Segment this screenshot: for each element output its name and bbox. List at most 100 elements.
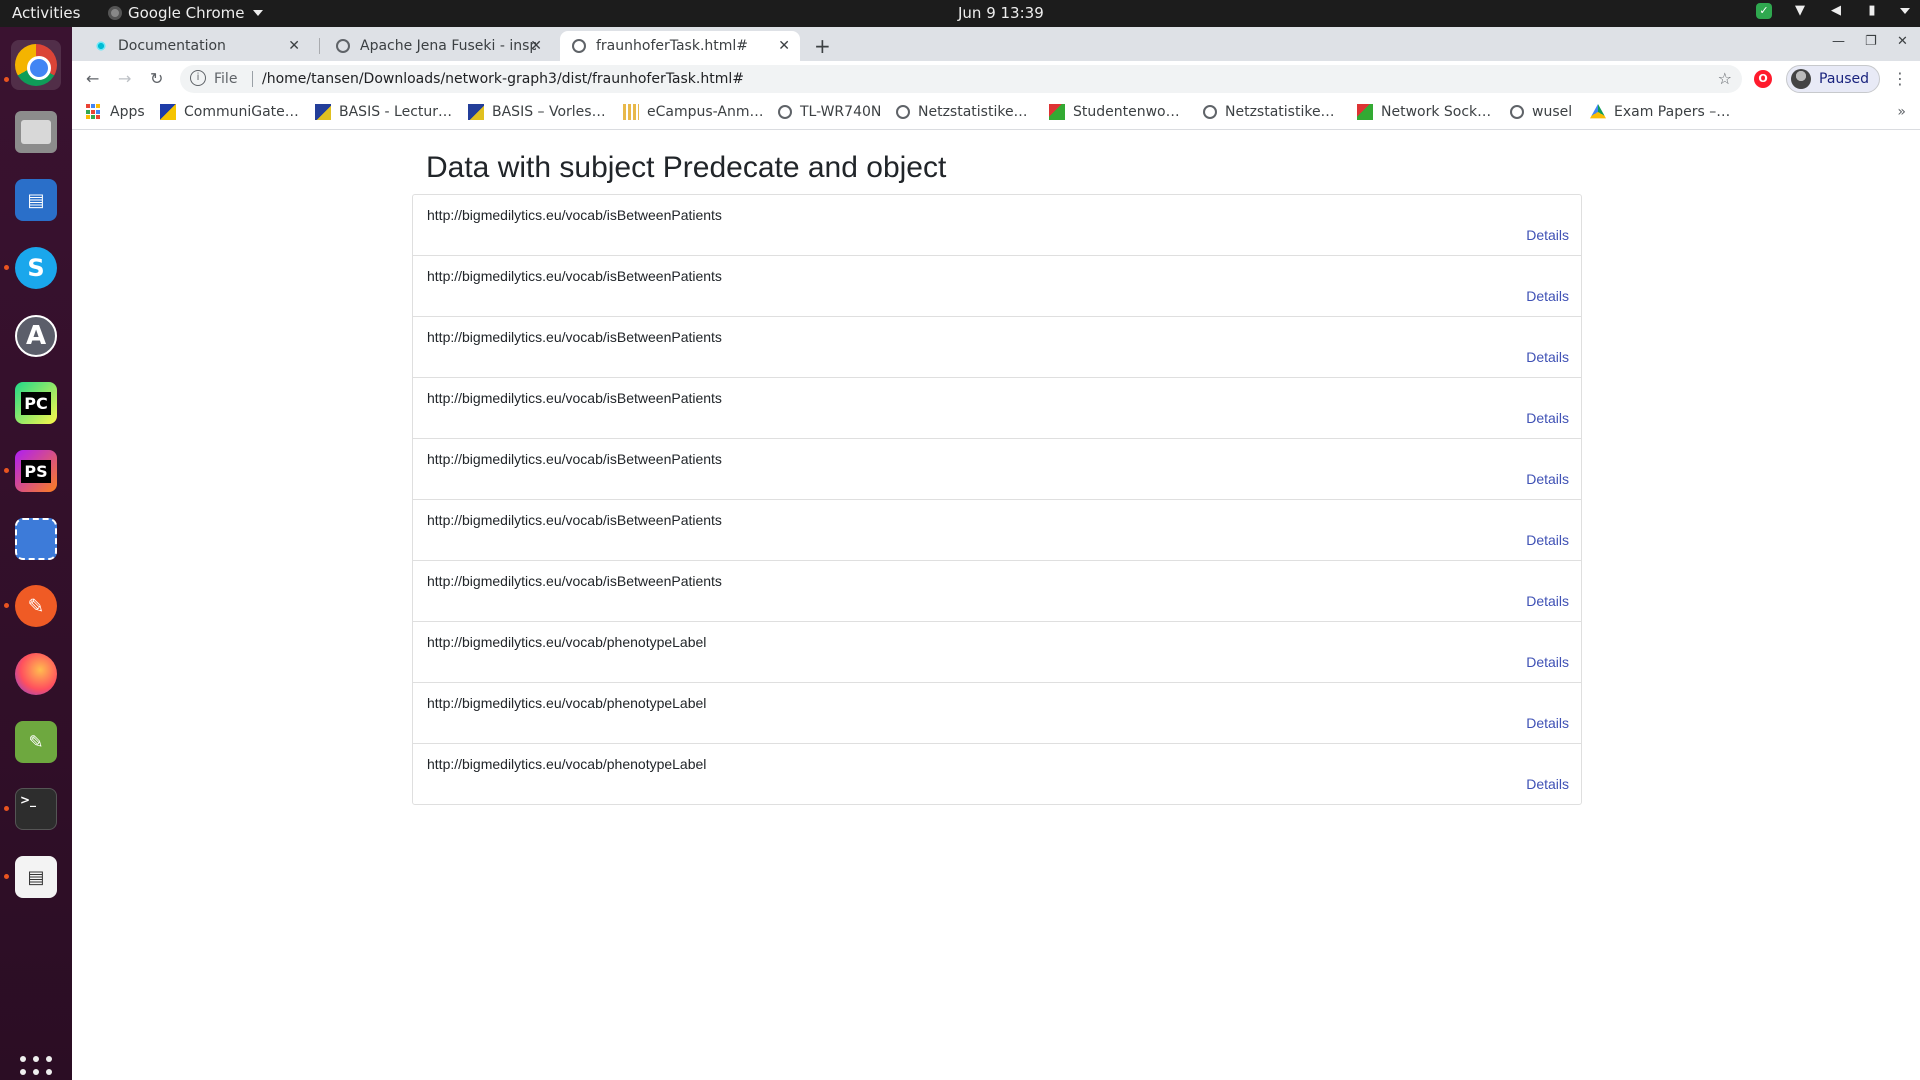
system-tray[interactable]: ✓ ▼ ◀ ▮ [1756, 3, 1910, 19]
chevron-double-right-icon[interactable]: » [1897, 104, 1906, 120]
address-url[interactable]: /home/tansen/Downloads/network-graph3/di… [262, 71, 744, 87]
tab-fuseki[interactable]: Apache Jena Fuseki - insp ✕ [324, 31, 552, 61]
dock-document-viewer[interactable]: ▤ [11, 852, 61, 902]
globe-icon [778, 105, 792, 119]
profile-button[interactable]: Paused [1786, 65, 1880, 93]
tab-fraunhofer-task[interactable]: fraunhoferTask.html# ✕ [560, 31, 800, 61]
predicate-uri: http://bigmedilytics.eu/vocab/isBetweenP… [427, 329, 722, 345]
minimize-icon[interactable]: — [1832, 34, 1845, 49]
volume-icon: ◀ [1831, 3, 1841, 18]
bookmark-studentenwerk[interactable]: Studentenwo… [1049, 104, 1180, 120]
dock-screenshot[interactable] [11, 514, 61, 564]
details-link[interactable]: Details [1526, 471, 1569, 487]
running-indicator [4, 874, 9, 879]
dock-writer[interactable]: ▤ [11, 175, 61, 225]
bookmark-wusel[interactable]: wusel [1510, 104, 1572, 120]
reload-icon[interactable]: ↻ [150, 69, 163, 88]
result-list: http://bigmedilytics.eu/vocab/isBetweenP… [412, 194, 1582, 805]
bookmark-star-icon[interactable]: ☆ [1718, 69, 1732, 88]
kebab-menu-icon[interactable]: ⋮ [1892, 69, 1908, 88]
bookmark-apps[interactable]: Apps [86, 104, 145, 120]
bookmark-netzstatistik-2[interactable]: Netzstatistike… [1203, 104, 1335, 120]
studentenwerk-icon [1357, 104, 1373, 120]
list-item: http://bigmedilytics.eu/vocab/isBetweenP… [413, 317, 1581, 378]
files-icon [15, 111, 57, 153]
security-shield-icon[interactable]: ✓ [1756, 3, 1772, 19]
page-title: Data with subject Predecate and object [426, 151, 947, 184]
app-menu[interactable]: Google Chrome [108, 4, 263, 22]
close-icon[interactable]: ✕ [288, 38, 300, 54]
predicate-uri: http://bigmedilytics.eu/vocab/isBetweenP… [427, 390, 722, 406]
communigate-icon [160, 104, 176, 120]
list-item: http://bigmedilytics.eu/vocab/isBetweenP… [413, 256, 1581, 317]
running-indicator [4, 806, 9, 811]
text-editor-icon: ✎ [15, 721, 57, 763]
details-link[interactable]: Details [1526, 227, 1569, 243]
forward-arrow-icon[interactable]: → [118, 69, 131, 88]
running-indicator [4, 77, 9, 82]
back-arrow-icon[interactable]: ← [86, 69, 99, 88]
close-window-icon[interactable]: ✕ [1897, 34, 1908, 49]
predicate-uri: http://bigmedilytics.eu/vocab/phenotypeL… [427, 695, 707, 711]
details-link[interactable]: Details [1526, 715, 1569, 731]
close-icon[interactable]: ✕ [530, 38, 542, 54]
details-link[interactable]: Details [1526, 349, 1569, 365]
opera-extension-icon[interactable]: O [1754, 70, 1772, 88]
close-icon[interactable]: ✕ [778, 38, 790, 54]
dock-software[interactable]: A [11, 311, 61, 361]
dock-phpstorm[interactable]: PS [11, 446, 61, 496]
software-center-icon: A [15, 315, 57, 357]
document-viewer-icon: ▤ [15, 856, 57, 898]
dock-skype[interactable]: S [11, 243, 61, 293]
running-indicator [4, 603, 9, 608]
postman-icon: ✎ [15, 585, 57, 627]
list-item: http://bigmedilytics.eu/vocab/phenotypeL… [413, 622, 1581, 683]
dock-postman[interactable]: ✎ [11, 581, 61, 631]
bookmark-label: TL-WR740N [800, 104, 882, 120]
info-icon[interactable]: i [190, 70, 206, 86]
skype-icon: S [15, 247, 57, 289]
predicate-uri: http://bigmedilytics.eu/vocab/isBetweenP… [427, 268, 722, 284]
bookmark-ecampus[interactable]: eCampus-Anm… [623, 104, 764, 120]
address-divider [252, 71, 253, 87]
details-link[interactable]: Details [1526, 593, 1569, 609]
tab-separator [319, 38, 320, 54]
dock-text-editor[interactable]: ✎ [11, 717, 61, 767]
dock-pycharm[interactable]: PC [11, 378, 61, 428]
list-item: http://bigmedilytics.eu/vocab/phenotypeL… [413, 744, 1581, 804]
details-link[interactable]: Details [1526, 288, 1569, 304]
bookmark-basis-vorlesung[interactable]: BASIS – Vorles… [468, 104, 606, 120]
ecampus-icon [623, 104, 639, 120]
bookmark-router[interactable]: TL-WR740N [778, 104, 881, 120]
show-applications-icon[interactable] [20, 1056, 52, 1080]
dock-terminal[interactable]: >_ [11, 784, 61, 834]
system-top-bar: Activities Google Chrome Jun 9 13:39 ✓ ▼… [0, 0, 1920, 27]
pycharm-icon: PC [15, 382, 57, 424]
details-link[interactable]: Details [1526, 410, 1569, 426]
basis-icon [468, 104, 484, 120]
details-link[interactable]: Details [1526, 532, 1569, 548]
tab-documentation[interactable]: Documentation ✕ [82, 31, 310, 61]
details-link[interactable]: Details [1526, 776, 1569, 792]
chrome-icon [108, 6, 122, 20]
list-item: http://bigmedilytics.eu/vocab/isBetweenP… [413, 195, 1581, 256]
google-drive-icon [1590, 104, 1606, 119]
docs-icon [94, 39, 108, 53]
new-tab-icon[interactable]: + [814, 34, 831, 58]
predicate-uri: http://bigmedilytics.eu/vocab/phenotypeL… [427, 756, 707, 772]
activities-button[interactable]: Activities [12, 4, 80, 22]
bookmark-netzstatistik-1[interactable]: Netzstatistike… [896, 104, 1028, 120]
clock[interactable]: Jun 9 13:39 [958, 4, 1044, 22]
dock-files[interactable] [11, 107, 61, 157]
bookmark-basis-lecture[interactable]: BASIS - Lectur… [315, 104, 452, 120]
predicate-uri: http://bigmedilytics.eu/vocab/isBetweenP… [427, 512, 722, 528]
details-link[interactable]: Details [1526, 654, 1569, 670]
bookmark-communigate[interactable]: CommuniGate… [160, 104, 299, 120]
globe-icon [572, 39, 586, 53]
dock-chrome[interactable] [11, 40, 61, 90]
address-bar[interactable]: i File /home/tansen/Downloads/network-gr… [180, 65, 1742, 93]
bookmark-exam-papers[interactable]: Exam Papers –… [1590, 104, 1730, 120]
dock-firefox[interactable] [11, 649, 61, 699]
bookmark-network-socket[interactable]: Network Sock… [1357, 104, 1491, 120]
restore-icon[interactable]: ❐ [1865, 34, 1877, 49]
